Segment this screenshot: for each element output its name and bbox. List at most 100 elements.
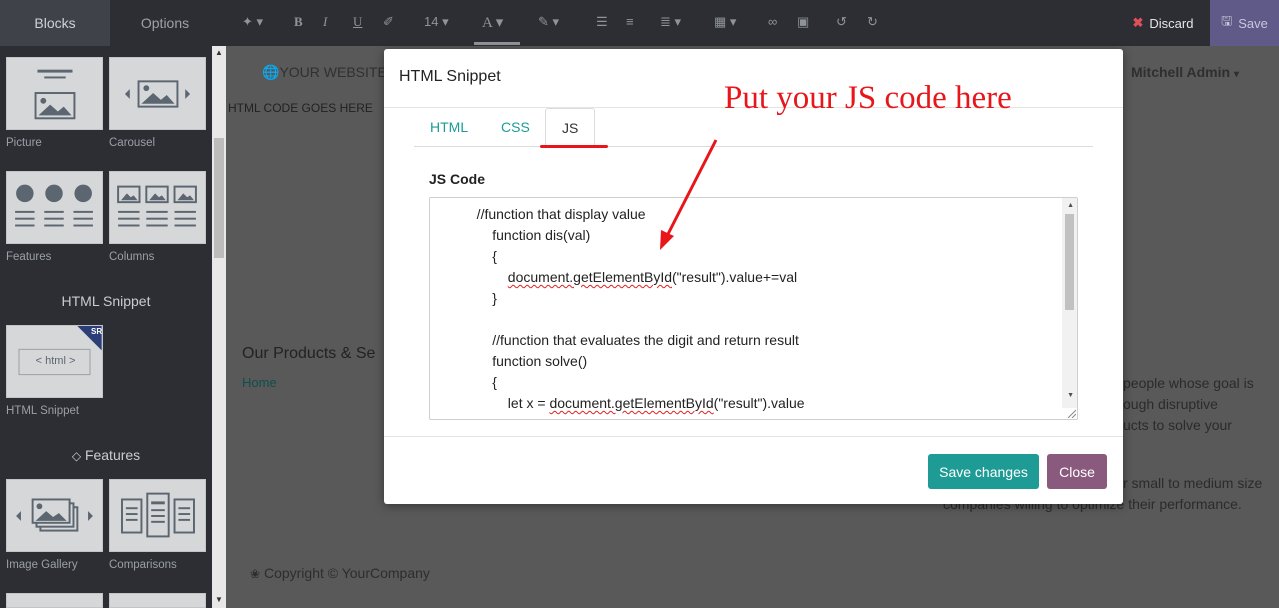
scroll-up-icon[interactable]: ▲ <box>1067 202 1074 209</box>
caret-down-icon: ▾ <box>1233 69 1239 80</box>
site-logo-text: YOUR WEBSITE <box>279 64 387 80</box>
code-line: function solve() <box>430 353 588 369</box>
unordered-list-icon[interactable]: ☰ <box>596 14 608 30</box>
undo-icon[interactable]: ↺ <box>836 14 847 30</box>
ordered-list-icon[interactable]: ≡ <box>626 14 634 29</box>
page-text-line: ucts to solve your <box>1123 417 1232 433</box>
snippet-label: Image Gallery <box>6 559 78 571</box>
misspelled-token: document.getElementById <box>549 395 714 411</box>
page-text-line: ough disruptive <box>1123 396 1218 412</box>
editor-scrollbar-thumb[interactable] <box>1065 214 1074 310</box>
user-name: Mitchell Admin <box>1131 64 1231 80</box>
discard-label: Discard <box>1149 15 1194 31</box>
js-code-label: JS Code <box>429 171 486 187</box>
eraser-icon[interactable]: ✐ <box>383 14 394 30</box>
annotation-text: Put your JS code here <box>724 80 1012 116</box>
sidebar-scrollbar-thumb[interactable] <box>214 138 224 258</box>
sidebar-scrollbar[interactable] <box>212 46 226 608</box>
save-changes-button[interactable]: Save changes <box>928 454 1039 489</box>
comparisons-snippet-icon <box>121 492 195 538</box>
snippet-partial[interactable] <box>109 593 206 608</box>
tab-css[interactable]: CSS <box>485 108 546 146</box>
tab-js[interactable]: JS <box>545 108 596 148</box>
section-heading-features: ◇ Features <box>0 447 212 463</box>
html-tile-text: < html > <box>35 355 76 367</box>
snippet-columns[interactable] <box>109 171 206 244</box>
diamond-icon: ◇ <box>71 449 82 463</box>
code-lines: //function that display value function d… <box>430 204 1062 419</box>
scroll-down-icon[interactable]: ▼ <box>1067 392 1074 399</box>
underline-icon[interactable]: U <box>353 14 362 30</box>
snippet-label: Columns <box>109 251 155 263</box>
italic-icon[interactable]: I <box>323 14 327 30</box>
align-icon[interactable]: ≣ ▾ <box>660 14 681 30</box>
tab-html[interactable]: HTML <box>414 108 484 146</box>
snippet-features[interactable] <box>6 171 103 244</box>
annotation-underline <box>540 145 608 148</box>
dialog-title: HTML Snippet <box>399 68 501 85</box>
font-size-dropdown[interactable]: 14 ▾ <box>424 14 449 30</box>
snippet-comparisons[interactable] <box>109 479 206 552</box>
page-text-line: people whose goal is <box>1123 375 1254 391</box>
dialog-footer-divider <box>384 436 1123 437</box>
discard-button[interactable]: ✖ Discard <box>1116 0 1210 46</box>
snippet-label: Comparisons <box>109 559 177 571</box>
save-label: Save <box>1238 15 1268 31</box>
js-code-editor[interactable]: //function that display value function d… <box>429 197 1078 420</box>
snippet-carousel[interactable] <box>109 57 206 130</box>
resize-handle-icon[interactable] <box>1066 408 1076 418</box>
scroll-down-icon[interactable]: ▼ <box>212 594 226 606</box>
link-icon[interactable]: ∞ <box>768 14 777 29</box>
misspelled-token: document.getElementById <box>507 269 673 285</box>
carousel-snippet-icon <box>124 80 191 108</box>
globe-icon: 🌐 <box>262 64 280 80</box>
footer-copyright: ❀ Copyright © YourCompany <box>250 565 430 581</box>
snippet-html[interactable]: SR < html > <box>6 325 103 398</box>
redo-icon[interactable]: ↻ <box>867 14 878 30</box>
image-gallery-snippet-icon <box>16 498 93 532</box>
bug-icon: ❀ <box>250 567 261 581</box>
page-text-line: r small to medium size <box>1123 475 1263 491</box>
code-line: document.getElementById("result").value+… <box>507 269 798 285</box>
snippet-image-gallery[interactable] <box>6 479 103 552</box>
scroll-up-icon[interactable]: ▲ <box>212 47 226 59</box>
snippet-partial[interactable] <box>6 593 103 608</box>
code-line: let x = document.getElementById("result"… <box>430 395 805 411</box>
columns-snippet-icon <box>117 185 197 227</box>
code-line: let y = eval(x) <box>430 414 1062 419</box>
site-logo: 🌐YOUR WEBSITE <box>262 64 387 81</box>
table-icon[interactable]: ▦ ▾ <box>714 14 736 30</box>
floppy-icon: 🖫 <box>1221 13 1233 28</box>
bold-icon[interactable]: B <box>294 14 303 30</box>
code-line: { <box>430 374 497 390</box>
font-size-value: 14 <box>424 14 439 29</box>
save-button[interactable]: 🖫 Save <box>1210 0 1279 46</box>
font-color-icon[interactable]: A ▾ <box>482 13 503 32</box>
brush-icon[interactable]: ✎ ▾ <box>538 14 559 30</box>
magic-wand-icon[interactable]: ✦ ▾ <box>242 14 263 30</box>
code-line: } <box>430 290 497 306</box>
copyright-text: Copyright © YourCompany <box>263 565 430 581</box>
html-tile-badge: SR <box>91 327 103 336</box>
home-link[interactable]: Home <box>242 375 277 390</box>
close-icon: ✖ <box>1132 15 1144 30</box>
snippet-label: Features <box>6 251 52 263</box>
code-line: //function that evaluates the digit and … <box>430 332 799 348</box>
tab-blocks[interactable]: Blocks <box>0 0 110 46</box>
user-menu[interactable]: Mitchell Admin ▾ <box>1131 64 1239 80</box>
image-icon[interactable]: ▣ <box>797 14 809 30</box>
tab-options[interactable]: Options <box>110 0 220 46</box>
sidebar-tabs: Blocks Options <box>0 0 226 46</box>
code-line: { <box>430 248 497 264</box>
html-snippet-dialog: HTML Snippet HTML CSS JS JS Code //funct… <box>384 49 1123 504</box>
font-color-underline <box>474 42 520 45</box>
code-line: //function that display value <box>430 206 646 222</box>
section-heading-label: Features <box>84 447 141 463</box>
snippet-label: Carousel <box>109 137 156 149</box>
snippet-picture[interactable] <box>6 57 103 130</box>
snippet-sidebar: Blocks Options Picture Carousel Features… <box>0 0 226 608</box>
snippet-label: HTML Snippet <box>6 405 80 417</box>
editor-toolbar: ✦ ▾ B I U ✐ 14 ▾ A ▾ ✎ ▾ ☰ ≡ ≣ ▾ ▦ ▾ ∞ ▣… <box>226 0 1279 46</box>
close-button[interactable]: Close <box>1047 454 1107 489</box>
